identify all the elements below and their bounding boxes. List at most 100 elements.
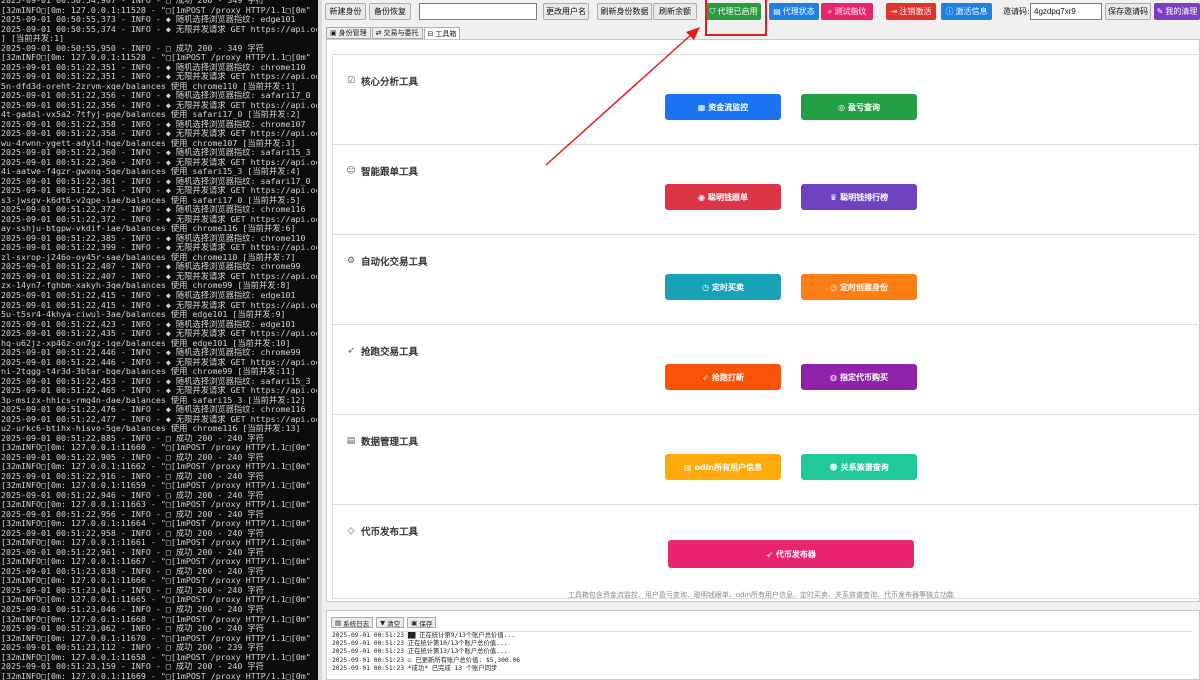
robot-icon: ☺ (346, 166, 356, 176)
tab-bar: ▣ 身份管理 ⇄ 交易与委托 ⊟ 工具箱 (326, 27, 461, 40)
document-icon: ▤ (335, 618, 342, 627)
terminal-line: 2025-09-01 00:51:22,360 - INFO - ◆ 随机选择浏… (1, 148, 311, 158)
button-label: 代币发布器 (775, 549, 816, 559)
terminal-line: 2025-09-01 00:51:22,385 - INFO - ◆ 随机选择浏… (1, 233, 306, 243)
logout-activation-button[interactable]: ⇥ 注销激活 (886, 3, 936, 20)
save-invite-button[interactable]: 保存邀请码 (1105, 3, 1151, 20)
terminal-line: 2025-09-01 00:51:22,477 - INFO - ◆ 无限并发请… (1, 414, 317, 424)
terminal-line: 2025-09-01 00:51:22,946 - INFO - □ 成功 20… (1, 490, 264, 500)
terminal-line: 2025-09-01 00:51:22,958 - INFO - □ 成功 20… (1, 528, 264, 538)
invite-code-input[interactable] (1030, 3, 1102, 20)
terminal-line: [32mINFO□[0m: 127.0.0.1:11664 - "□[1mPOS… (1, 519, 311, 529)
clear-log-button[interactable]: ▼ 清空 (376, 617, 405, 628)
system-log-tab[interactable]: ▤ 系统日志 (331, 617, 374, 628)
terminal-line: [32mINFO□[0m: 127.0.0.1:11666 - "□[1mPOS… (1, 576, 311, 586)
system-log-label: 系统日志 (343, 619, 370, 628)
terminal-line: [32mINFO□[0m: 127.0.0.1:11659 - "□[1mPOS… (1, 481, 311, 491)
terminal-line: ] [当前并发:1] (1, 34, 65, 44)
section-title-text: 数据管理工具 (361, 437, 419, 448)
fund-flow-monitor-button[interactable]: ▦ 资金流监控 (665, 94, 781, 120)
scheduled-trade-button[interactable]: ◷ 定时买卖 (665, 274, 781, 300)
exchange-icon: ⇄ (375, 29, 382, 37)
terminal-line: 2025-09-01 00:51:22,372 - INFO - ◆ 无限并发请… (1, 214, 317, 224)
trophy-icon: ♛ (829, 192, 838, 202)
terminal-console: 2025-09-01 00:50:54,907 - INFO - □ 成功 20… (0, 0, 318, 680)
terminal-line: 2025-09-01 00:51:22,358 - INFO - ◆ 无限并发请… (1, 129, 317, 139)
save-log-button[interactable]: ▣ 保存 (407, 617, 437, 628)
terminal-line: u2-urkc6-btihx-hisvo-5qe/balances 使用 chr… (1, 424, 301, 434)
terminal-line: 2025-09-01 00:51:22,423 - INFO - ◆ 随机选择浏… (1, 319, 296, 329)
grid-icon: ▦ (697, 102, 706, 112)
database-icon: ▤ (346, 436, 356, 446)
section-title: ☺ 智能跟单工具 (346, 164, 418, 178)
smart-money-follow-button[interactable]: ◉ 聪明钱跟单 (665, 184, 781, 210)
refresh-identity-data-button[interactable]: 刷新身份数据 (597, 3, 652, 20)
log-line: 2025-09-01 00:51:23 正在统计第13/13个账户总价值... (332, 648, 508, 656)
terminal-line: 2025-09-01 00:51:22,476 - INFO - ◆ 随机选择浏… (1, 405, 306, 415)
all-users-info-button[interactable]: ▥ odin所有用户信息 (665, 454, 781, 480)
terminal-line: 4t-gadal-vx5a2-7tfyj-pqe/balances 使用 saf… (1, 110, 301, 120)
tool-sections: ☑ 核心分析工具 ▦ 资金流监控 ◎ 盈亏查询 ☺ 智能跟单工具 ◉ 聪明钱跟单 ♛ 聪明钱… (332, 54, 1200, 599)
terminal-line: 2025-09-01 00:51:23,112 - INFO - □ 成功 20… (1, 643, 264, 653)
tab-identity-management[interactable]: ▣ 身份管理 (326, 27, 371, 39)
clear-log-label: 清空 (387, 619, 401, 628)
terminal-line: 5u-t5sr4-4khya-ciwul-3ae/balances 使用 edg… (1, 310, 286, 320)
activation-info-label: 激活信息 (955, 7, 988, 16)
target-icon: ◉ (698, 192, 705, 202)
smart-money-rank-button[interactable]: ♛ 聪明钱排行榜 (801, 184, 917, 210)
clear-invite-button[interactable]: ✎ 我的清理 (1154, 3, 1200, 20)
terminal-line: 2025-09-01 00:51:22,453 - INFO - ◆ 随机选择浏… (1, 376, 311, 386)
terminal-line: 2025-09-01 00:51:22,360 - INFO - ◆ 无限并发请… (1, 157, 317, 167)
terminal-line: [32mINFO□[0m: 127.0.0.1:11528 - "□[1mPOS… (1, 53, 311, 63)
terminal-line: 2025-09-01 00:51:22,361 - INFO - ◆ 无限并发请… (1, 186, 317, 196)
rocket-icon: ➶ (347, 346, 355, 356)
toolbox-description: 工具箱包含资金流监控、用户盈亏查询、聪明钱跟单、odin所有用户信息、定时买卖、… (567, 591, 955, 599)
button-label: 定时创建身份 (839, 282, 888, 292)
activation-info-button[interactable]: ⓘ 激活信息 (941, 3, 992, 20)
logout-icon: ⇥ (890, 7, 898, 16)
info-icon: ⓘ (945, 7, 954, 16)
terminal-line: 2025-09-01 00:51:23,046 - INFO - □ 成功 20… (1, 605, 264, 614)
toolbox-panel: ☑ 核心分析工具 ▦ 资金流监控 ◎ 盈亏查询 ☺ 智能跟单工具 ◉ 聪明钱跟单 ♛ 聪明钱… (326, 39, 1200, 602)
terminal-line: 2025-09-01 00:51:22,905 - INFO - □ 成功 20… (1, 452, 264, 462)
terminal-output: 2025-09-01 00:50:54,907 - INFO - □ 成功 20… (1, 0, 317, 680)
button-label: 盈亏查询 (847, 102, 880, 112)
terminal-line: 2025-09-01 00:51:23,041 - INFO - □ 成功 20… (1, 585, 264, 595)
terminal-line: 2025-09-01 00:50:55,374 - INFO - ◆ 无限并发请… (1, 24, 317, 34)
tab-trading[interactable]: ⇄ 交易与委托 (371, 27, 423, 39)
token-launcher-button[interactable]: ➶ 代币发布器 (668, 540, 914, 568)
search-input[interactable] (419, 3, 537, 20)
clock-icon: ◷ (702, 282, 709, 292)
terminal-line: 2025-09-01 00:51:22,407 - INFO - ◆ 无限并发请… (1, 271, 317, 281)
terminal-line: 2025-09-01 00:50:55,373 - INFO - ◆ 随机选择浏… (1, 15, 296, 25)
terminal-line: 2025-09-01 00:51:23,062 - INFO - □ 成功 20… (1, 624, 264, 634)
new-identity-button[interactable]: 新建身份 (325, 3, 366, 20)
section-title-text: 代币发布工具 (361, 527, 419, 538)
relationship-query-button[interactable]: ☻ 关系族谱查询 (801, 454, 917, 480)
test-fingerprint-button[interactable]: ⌕ 测试指纹 (821, 3, 873, 20)
proxy-status-label: 代理状态 (782, 7, 815, 16)
terminal-line: 2025-09-01 00:51:22,415 - INFO - ◆ 无限并发请… (1, 300, 317, 310)
terminal-line: 2025-09-01 00:51:22,885 - INFO - □ 成功 20… (1, 433, 264, 443)
terminal-line: [32mINFO□[0m: 127.0.0.1:11660 - "□[1mPOS… (1, 443, 311, 453)
update-username-button[interactable]: 更改用户名 (543, 3, 589, 20)
system-log-panel: ▤ 系统日志 ▼ 清空 ▣ 保存 2025-09-01 00:51:23 ██ 正在统… (326, 610, 1200, 680)
refresh-balance-button[interactable]: 刷新余额 (653, 3, 697, 20)
snipe-new-button[interactable]: ➶ 抢跑打新 (665, 364, 781, 390)
button-label: 定时买卖 (711, 282, 744, 292)
trash-icon: ▼ (380, 618, 386, 627)
pnl-query-button[interactable]: ◎ 盈亏查询 (801, 94, 917, 120)
clear-invite-label: 我的清理 (1165, 7, 1198, 16)
backup-restore-button[interactable]: 备份恢复 (369, 3, 411, 20)
section-title-text: 抢跑交易工具 (361, 347, 419, 358)
terminal-line: [32mINFO□[0m: 127.0.0.1:11667 - "□[1mPOS… (1, 557, 311, 567)
search-icon: ⌕ (827, 6, 833, 16)
diamond-icon: ◇ (347, 526, 355, 536)
terminal-line: 2025-09-01 00:51:22,351 - INFO - ◆ 无限并发请… (1, 72, 317, 82)
buy-token-button[interactable]: ◍ 指定代币购买 (801, 364, 917, 390)
save-log-label: 保存 (419, 619, 433, 628)
coin-icon: ◍ (830, 372, 837, 382)
terminal-line: 2025-09-01 00:51:22,465 - INFO - ◆ 无限并发请… (1, 386, 317, 396)
scheduled-identity-button[interactable]: ◷ 定时创建身份 (801, 274, 917, 300)
proxy-status-button[interactable]: ▤ 代理状态 (769, 3, 819, 20)
